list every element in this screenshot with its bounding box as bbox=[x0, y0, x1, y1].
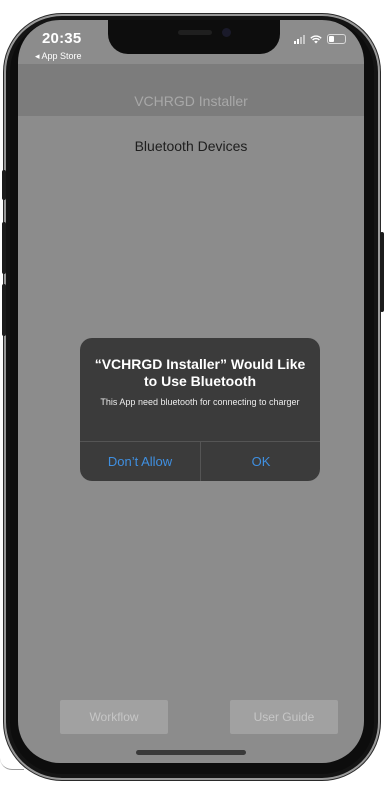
bluetooth-permission-alert: “VCHRGD Installer” Would Like to Use Blu… bbox=[80, 338, 320, 481]
alert-message: This App need bluetooth for connecting t… bbox=[100, 397, 300, 407]
speaker-grille bbox=[178, 30, 212, 35]
notch bbox=[108, 20, 280, 54]
workflow-button[interactable]: Workflow bbox=[60, 700, 168, 734]
nav-title: VCHRGD Installer bbox=[134, 93, 248, 109]
user-guide-button[interactable]: User Guide bbox=[230, 700, 338, 734]
volume-down-button bbox=[2, 284, 6, 336]
volume-up-button bbox=[2, 222, 6, 274]
status-icons bbox=[294, 34, 346, 44]
phone-screen: 20:35 ◂ App Store VCHRGD Installer Bluet… bbox=[18, 20, 364, 763]
wifi-icon bbox=[310, 34, 322, 43]
battery-icon bbox=[327, 34, 346, 44]
cellular-signal-icon bbox=[294, 34, 305, 44]
dont-allow-button[interactable]: Don’t Allow bbox=[80, 442, 200, 481]
back-to-app-store-link[interactable]: ◂ App Store bbox=[35, 51, 82, 62]
status-time: 20:35 bbox=[42, 30, 82, 47]
power-button bbox=[380, 232, 384, 312]
home-indicator bbox=[136, 750, 246, 755]
front-camera bbox=[222, 28, 231, 37]
section-title: Bluetooth Devices bbox=[134, 138, 248, 154]
ok-button[interactable]: OK bbox=[201, 442, 320, 481]
silent-switch bbox=[2, 170, 6, 200]
alert-title: “VCHRGD Installer” Would Like to Use Blu… bbox=[94, 356, 306, 389]
